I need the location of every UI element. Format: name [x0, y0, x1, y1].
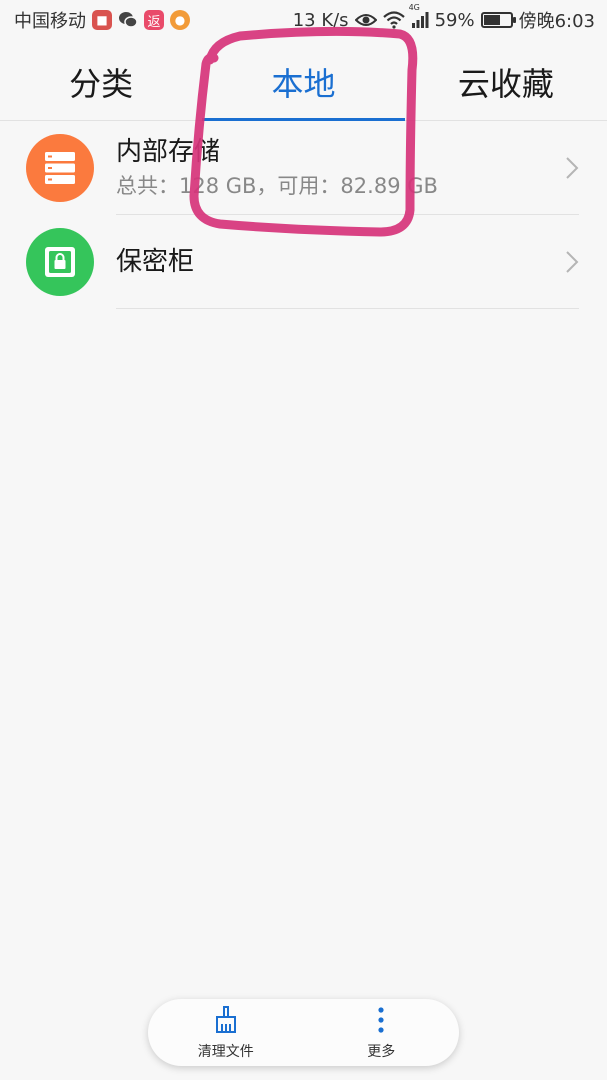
- tab-cloud-favorites[interactable]: 云收藏: [405, 44, 607, 120]
- wechat-icon: [118, 10, 138, 30]
- list-item-internal-storage[interactable]: 内部存储 总共：128 GB，可用：82.89 GB: [0, 121, 607, 215]
- tab-bar: 分类 本地 云收藏: [0, 44, 607, 121]
- status-bar-left: 中国移动 ■ 返 ●: [14, 7, 190, 33]
- safe-text: 保密柜: [116, 245, 577, 279]
- divider: [116, 308, 579, 309]
- red-app-icon: ■: [92, 10, 112, 30]
- status-bar: 中国移动 ■ 返 ● 13 K/s 4G 59% 傍晚6:03: [0, 0, 607, 40]
- signal-icon: 4G: [409, 3, 429, 29]
- internal-storage-text: 内部存储 总共：128 GB，可用：82.89 GB: [116, 135, 577, 201]
- status-bar-right: 13 K/s 4G 59% 傍晚6:03: [292, 3, 595, 33]
- fan-app-icon: 返: [144, 10, 164, 30]
- tab-local[interactable]: 本地: [202, 44, 405, 121]
- safe-title: 保密柜: [116, 247, 195, 277]
- chevron-right-icon: [565, 250, 579, 278]
- clean-files-label: 清理文件: [197, 1043, 254, 1060]
- tab-category[interactable]: 分类: [0, 44, 202, 120]
- safe-icon: [26, 228, 94, 296]
- clock: 傍晚6:03: [518, 11, 595, 32]
- bottom-action-bar: 清理文件 更多: [148, 999, 459, 1066]
- eye-icon: [354, 12, 377, 28]
- network-type-badge: 4G: [408, 3, 420, 12]
- broom-icon: [211, 1005, 241, 1039]
- more-button[interactable]: 更多: [304, 999, 460, 1066]
- internal-storage-title: 内部存储: [116, 137, 221, 167]
- orange-app-icon: ●: [170, 10, 190, 30]
- network-speed: 13 K/s: [292, 9, 349, 31]
- more-vertical-icon: [376, 1005, 386, 1039]
- list-item-safe[interactable]: 保密柜: [0, 215, 607, 309]
- internal-storage-capacity: 总共：128 GB，可用：82.89 GB: [116, 174, 438, 198]
- battery-percent: 59%: [434, 9, 475, 31]
- battery-level: [483, 15, 501, 25]
- more-label: 更多: [367, 1043, 396, 1060]
- carrier-label: 中国移动: [14, 11, 86, 32]
- battery-icon: [480, 12, 516, 28]
- storage-icon: [26, 134, 94, 202]
- wifi-icon: [382, 11, 405, 29]
- clean-files-button[interactable]: 清理文件: [148, 999, 304, 1066]
- chevron-right-icon: [565, 156, 579, 184]
- storage-list: 内部存储 总共：128 GB，可用：82.89 GB 保密柜: [0, 121, 607, 309]
